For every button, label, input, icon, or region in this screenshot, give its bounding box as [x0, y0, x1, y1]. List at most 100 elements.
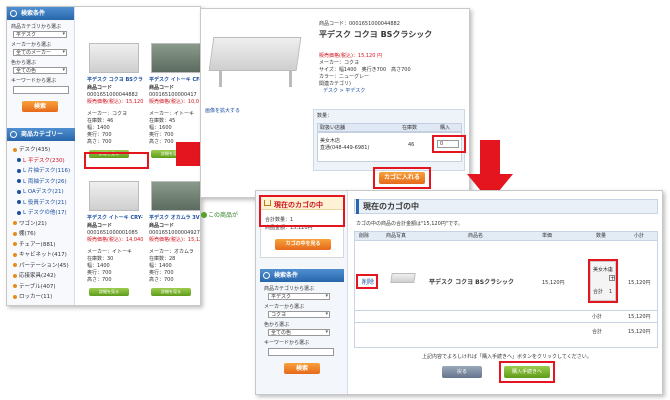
- search-icon: [10, 10, 17, 17]
- column-header: 小計: [634, 233, 645, 239]
- category-item[interactable]: L 両袖デスク(26): [17, 177, 67, 185]
- bullet-icon: [17, 189, 21, 194]
- product-thumbnail[interactable]: [89, 43, 139, 73]
- color-select[interactable]: 全ての色: [13, 67, 67, 74]
- color-label: 色から選ぶ: [11, 60, 37, 66]
- bullet-icon: [17, 168, 21, 173]
- related-label: 関連カテゴリ): [319, 81, 351, 87]
- product-name[interactable]: 平デスク イトーキ CF-WE: [149, 77, 200, 84]
- product-maker: メーカー：コクヨ: [87, 111, 128, 117]
- product-code: 商品コード：0001651000044882: [319, 21, 400, 27]
- product-price: 販売価格(税込)：15,120円: [87, 99, 143, 105]
- product-maker: メーカー：イトーキ: [149, 111, 195, 117]
- product-w: 幅：1400: [87, 125, 110, 131]
- product-d: 奥行：700: [149, 270, 174, 276]
- maker-select[interactable]: 全てのメーカー: [13, 49, 67, 56]
- category-item[interactable]: L デスクの他(17): [17, 208, 67, 216]
- category-item[interactable]: チェアー(881): [13, 240, 55, 248]
- category-item[interactable]: ワゴン(21): [13, 219, 47, 227]
- cart-maker-select[interactable]: コクヨ: [268, 311, 330, 318]
- product-maker: メーカー：コクヨ: [319, 60, 360, 66]
- category-item[interactable]: パーテーション(45): [13, 261, 69, 269]
- product-name[interactable]: 平デスク コクヨ BSクラシック: [87, 77, 143, 84]
- cart-unit-price: 15,120円: [542, 280, 565, 286]
- product-card: 平デスク コクヨ BSクラシック商品コード0001651000044882販売価…: [85, 39, 143, 169]
- product-name[interactable]: 平デスク オカムラ 3V(A): [149, 215, 200, 222]
- cart-color-select[interactable]: 全ての色: [268, 329, 330, 336]
- category-item[interactable]: 棚(76): [13, 229, 36, 237]
- category-label: 商品カテゴリから選ぶ: [11, 24, 62, 30]
- category-item[interactable]: L 片袖デスク(116): [17, 166, 70, 174]
- cart-summary-highlight: [259, 195, 345, 227]
- cart-summary-text: カゴの中の商品の合計金額は"15,120円"です。: [356, 221, 463, 227]
- column-header: 単価: [542, 233, 553, 239]
- search-button[interactable]: 検索: [22, 101, 58, 112]
- product-thumbnail[interactable]: [89, 181, 139, 211]
- category-item[interactable]: L 平デスク(230): [17, 156, 65, 164]
- product-name[interactable]: 平デスク イトーキ CRY-WE: [87, 215, 143, 222]
- product-detail-panel: 画像を拡大する 商品コード：0001651000044882 平デスク コクヨ …: [200, 8, 470, 198]
- qty-heading: 数量：: [317, 113, 333, 119]
- zoom-link[interactable]: 画像を拡大する: [205, 108, 240, 115]
- product-code-label: 商品コード: [87, 85, 113, 91]
- category-item[interactable]: テーブル(407): [13, 282, 55, 290]
- product-code: 0001651000001085: [87, 230, 138, 236]
- category-item[interactable]: ロッカー(11): [13, 292, 52, 300]
- cart-cat-select[interactable]: 平デスク: [268, 293, 330, 300]
- column-header: 商品写真: [386, 233, 407, 239]
- product-code: 000165100000417: [149, 92, 197, 98]
- product-code: 0001651000004927: [149, 230, 200, 236]
- product-h: 高さ：700: [149, 277, 174, 283]
- keyword-label: キーワードから選ぶ: [11, 78, 57, 84]
- product-price: 販売価格(税込)：14,040円: [87, 237, 143, 243]
- category-select[interactable]: 平デスク: [13, 31, 67, 38]
- th-buy: 購入: [440, 125, 451, 131]
- product-thumbnail[interactable]: [151, 181, 200, 211]
- grand-total-value: 15,120円: [628, 329, 651, 335]
- view-cart-button[interactable]: カゴの中を見る: [275, 239, 331, 250]
- category-item[interactable]: デスク(435): [13, 145, 50, 153]
- product-code-label: 商品コード: [149, 85, 175, 91]
- bullet-icon: [13, 242, 17, 246]
- product-price: 販売価格(税込)：15,120 円: [319, 53, 382, 59]
- bullet-icon: [13, 273, 17, 278]
- product-d: 奥行：700: [87, 270, 112, 276]
- bullet-icon: [13, 294, 17, 299]
- keyword-input[interactable]: [13, 86, 69, 94]
- product-w: 幅：1400: [87, 263, 110, 269]
- detail-button[interactable]: 詳細を見る: [89, 288, 129, 296]
- grand-total-label: 合計: [592, 329, 603, 335]
- category-item[interactable]: L OAデスク(21): [17, 187, 64, 195]
- maker-label: メーカーから選ぶ: [11, 42, 52, 48]
- product-d: 奥行：700: [149, 132, 174, 138]
- detail-button[interactable]: 詳細を見る: [151, 288, 191, 296]
- product-card: 平デスク イトーキ CRY-WE商品コード0001651000001085販売価…: [85, 177, 143, 305]
- desk-leg: [289, 71, 292, 87]
- th-store: 取扱い店舗: [320, 125, 346, 131]
- product-image: [208, 37, 302, 71]
- cart-search-button[interactable]: 検索: [284, 363, 320, 374]
- subtotal-value: 15,120円: [628, 314, 651, 320]
- category-item[interactable]: 応接家具(242): [13, 271, 56, 279]
- store-tel: 直通(048-449-6981): [320, 145, 370, 151]
- related-link[interactable]: デスク > 平デスク: [323, 88, 365, 95]
- qty-cell-highlight: [588, 259, 618, 303]
- subtotal-label: 小計: [592, 314, 603, 320]
- delete-highlight: [356, 274, 378, 289]
- store-name: 美女木店: [320, 138, 341, 144]
- category-item[interactable]: キャビネット(417): [13, 250, 67, 258]
- back-button[interactable]: 戻る: [442, 366, 482, 378]
- product-thumbnail[interactable]: [151, 43, 200, 73]
- folder-icon: [10, 131, 17, 138]
- category-header: 商品カテゴリー: [7, 128, 75, 141]
- left-sidebar: 検索条件 商品カテゴリから選ぶ 平デスク メーカーから選ぶ 全てのメーカー 色か…: [7, 7, 75, 305]
- cart-button-highlight: [373, 167, 431, 189]
- cart-keyword-input[interactable]: [268, 348, 334, 356]
- category-item[interactable]: L 役員デスク(21): [17, 198, 67, 206]
- product-stock: 在庫数：45: [149, 118, 176, 124]
- product-h: 高さ：700: [149, 139, 174, 145]
- checkout-highlight: [499, 361, 555, 383]
- product-price: 販売価格(税込)：15,120円: [149, 237, 200, 243]
- product-code-label: 商品コード: [149, 223, 175, 229]
- cart-search-header: 検索条件: [260, 269, 344, 282]
